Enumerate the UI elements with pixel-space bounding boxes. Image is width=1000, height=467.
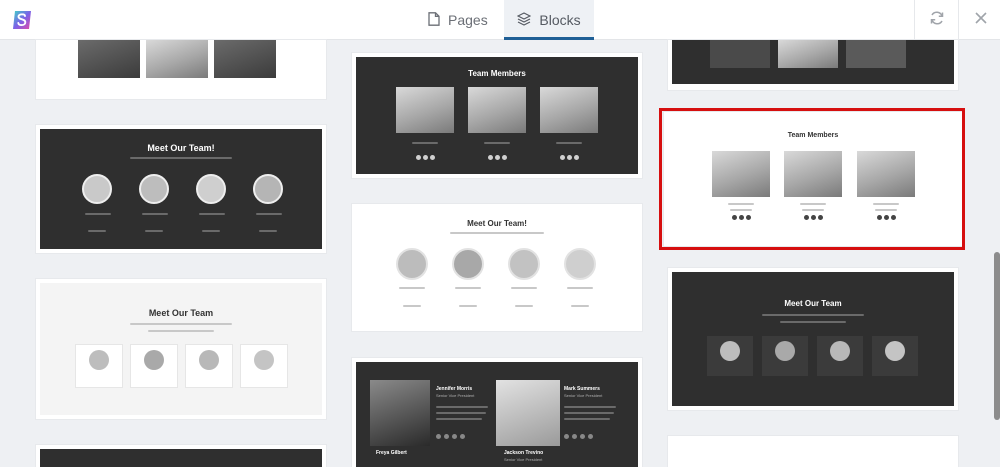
- member-tile: [131, 345, 177, 387]
- member-role: Senior Vice President: [436, 393, 475, 398]
- member-photo: [540, 87, 598, 133]
- member-role: Senior Vice President: [564, 393, 603, 398]
- member-name: Mark Summers: [564, 386, 600, 392]
- block-card-meet-our-team-light[interactable]: Meet Our Team!: [352, 204, 642, 331]
- document-icon: [428, 11, 440, 29]
- block-card-meet-our-team-dark[interactable]: Meet Our Team!: [36, 125, 326, 253]
- block-card-partial[interactable]: [36, 445, 326, 467]
- tab-pages[interactable]: Pages: [428, 0, 504, 40]
- member-name: Freya Gilbert: [376, 450, 407, 456]
- member-tile: [707, 336, 753, 376]
- member-tile: [872, 336, 918, 376]
- team-photo: [778, 40, 838, 68]
- member-tile: [76, 345, 122, 387]
- member-name: Jennifer Morris: [436, 386, 473, 392]
- member-tile: [186, 345, 232, 387]
- block-title: Meet Our Team!: [467, 219, 527, 228]
- block-card-team-bios-dark[interactable]: Jennifer Morris Senior Vice President Ma…: [352, 358, 642, 467]
- member-avatar: [139, 174, 169, 204]
- member-avatar: [253, 174, 283, 204]
- team-photo: [78, 40, 140, 78]
- block-card-team-photos-partial[interactable]: [36, 40, 326, 99]
- member-tile: [241, 345, 287, 387]
- layers-icon: [517, 11, 532, 29]
- team-photo: [146, 40, 208, 78]
- refresh-button[interactable]: [914, 0, 958, 40]
- member-photo: [396, 87, 454, 133]
- team-photo: [710, 40, 770, 68]
- member-avatar: [196, 174, 226, 204]
- team-photo: [846, 40, 906, 68]
- block-title: Team Members: [468, 69, 526, 78]
- block-title: Meet Our Team: [784, 299, 842, 308]
- member-avatar: [564, 248, 596, 280]
- block-card-partial[interactable]: [668, 436, 958, 467]
- member-photo: [468, 87, 526, 133]
- tab-blocks[interactable]: Blocks: [504, 0, 594, 40]
- block-title: Meet Our Team!: [147, 143, 215, 153]
- block-card-team-members-dark[interactable]: Team Members: [352, 53, 642, 178]
- member-avatar: [508, 248, 540, 280]
- member-avatar: [396, 248, 428, 280]
- scrollbar-thumb[interactable]: [994, 252, 1000, 420]
- member-photo: [370, 380, 430, 446]
- brand-logo-icon[interactable]: [10, 8, 34, 32]
- member-tile: [817, 336, 863, 376]
- tab-blocks-label: Blocks: [539, 12, 581, 28]
- top-bar: Pages Blocks: [0, 0, 1000, 40]
- team-photo: [214, 40, 276, 78]
- block-card-meet-our-team-tiles[interactable]: Meet Our Team: [36, 279, 326, 419]
- member-avatar: [82, 174, 112, 204]
- close-icon: [974, 11, 987, 29]
- member-role: Senior Vice President: [504, 457, 543, 462]
- member-name: Jackson Trevino: [504, 450, 544, 456]
- member-avatar: [452, 248, 484, 280]
- block-card-team-photos-partial[interactable]: [668, 40, 958, 90]
- block-title: Meet Our Team: [148, 308, 214, 318]
- block-card-meet-our-team-dark-tiles[interactable]: Meet Our Team: [668, 268, 958, 410]
- member-photo: [496, 380, 560, 446]
- refresh-icon: [929, 10, 945, 31]
- selected-block-outline: [659, 108, 965, 250]
- member-tile: [762, 336, 808, 376]
- close-button[interactable]: [958, 0, 1000, 40]
- tab-pages-label: Pages: [448, 12, 488, 28]
